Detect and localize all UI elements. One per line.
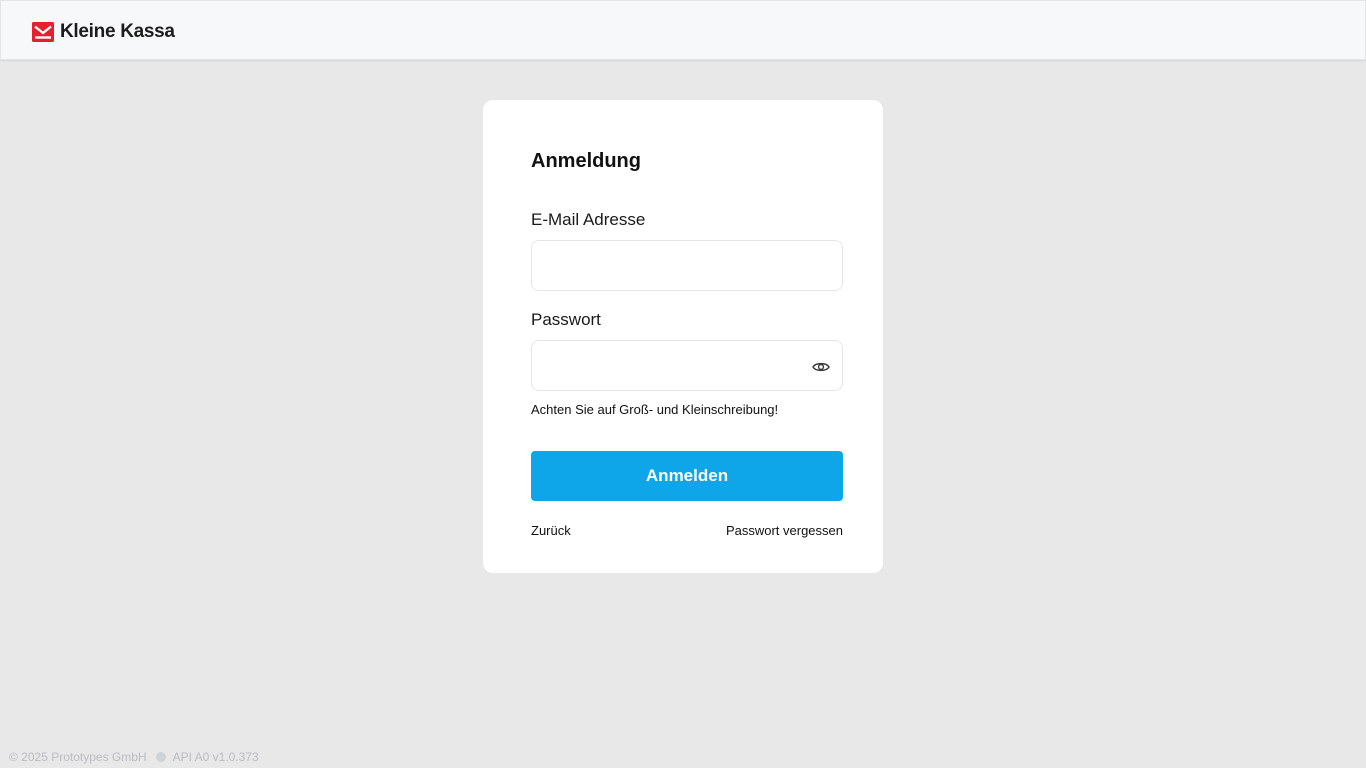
copyright-text: © 2025 Prototypes GmbH [9, 750, 147, 764]
login-card: Anmeldung E-Mail Adresse Passwort Achten… [483, 100, 883, 573]
eye-icon[interactable] [812, 358, 830, 376]
back-link[interactable]: Zurück [531, 523, 571, 538]
password-field-container [531, 340, 843, 391]
page-title: Anmeldung [531, 150, 641, 172]
case-sensitivity-hint: Achten Sie auf Groß- und Kleinschreibung… [531, 402, 779, 417]
password-label: Passwort [531, 310, 601, 329]
top-bar: Kleine Kassa [0, 0, 1366, 60]
logo-icon [32, 22, 54, 42]
api-version-text: API A0 v1.0.373 [172, 750, 259, 764]
login-button[interactable]: Anmelden [531, 451, 843, 501]
brand-name: Kleine Kassa [60, 21, 175, 42]
forgot-password-link[interactable]: Passwort vergessen [726, 523, 843, 538]
email-field[interactable] [532, 241, 842, 290]
brand-logo[interactable]: Kleine Kassa [32, 21, 175, 42]
email-label: E-Mail Adresse [531, 210, 646, 229]
email-field-container [531, 240, 843, 291]
status-dot-icon [155, 752, 166, 762]
password-field[interactable] [532, 341, 842, 390]
footer: © 2025 Prototypes GmbH API A0 v1.0.373 [9, 750, 259, 764]
